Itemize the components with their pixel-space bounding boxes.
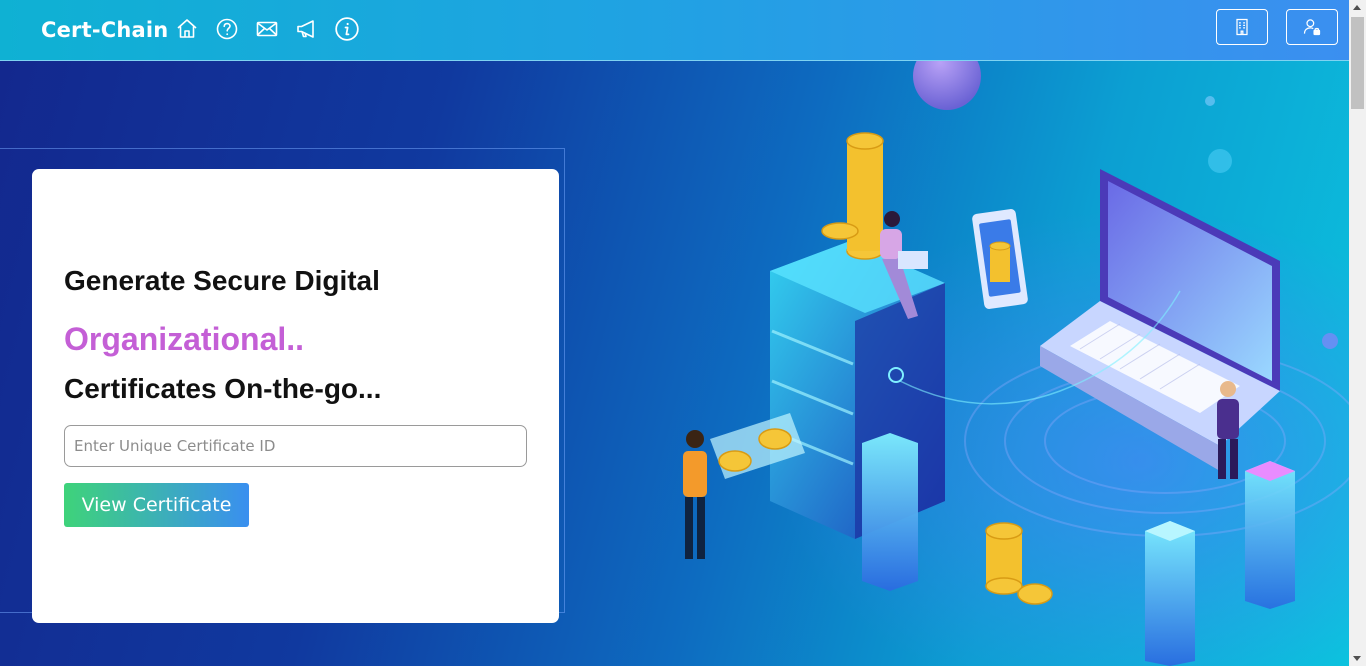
hero-section: Generate Secure Digital Organizational..… xyxy=(0,61,1349,666)
certificate-id-input[interactable] xyxy=(64,425,527,467)
organization-button[interactable] xyxy=(1216,9,1268,45)
brand-logo[interactable]: Cert-Chain xyxy=(41,18,168,42)
page-scrollbar[interactable] xyxy=(1349,0,1366,666)
scrollbar-thumb[interactable] xyxy=(1351,17,1364,109)
announcement-icon[interactable] xyxy=(295,17,319,41)
home-icon[interactable] xyxy=(175,17,199,41)
headline-line-3: Certificates On-the-go... xyxy=(64,373,382,404)
scroll-up-arrow-icon[interactable] xyxy=(1353,5,1361,10)
building-icon xyxy=(1236,18,1248,36)
headline-line-1: Generate Secure Digital xyxy=(64,265,380,296)
user-login-button[interactable] xyxy=(1286,9,1338,45)
scroll-down-arrow-icon[interactable] xyxy=(1353,656,1361,661)
mail-icon[interactable] xyxy=(255,17,279,41)
help-icon[interactable] xyxy=(215,17,239,41)
user-lock-icon xyxy=(1303,19,1321,36)
view-certificate-button[interactable]: View Certificate xyxy=(64,483,249,527)
info-icon[interactable] xyxy=(334,16,360,42)
headline-accent: Organizational.. xyxy=(64,321,305,357)
blockchain-illustration xyxy=(683,61,1349,666)
navbar: Cert-Chain xyxy=(0,0,1349,61)
certificate-card: Generate Secure Digital Organizational..… xyxy=(32,169,559,623)
